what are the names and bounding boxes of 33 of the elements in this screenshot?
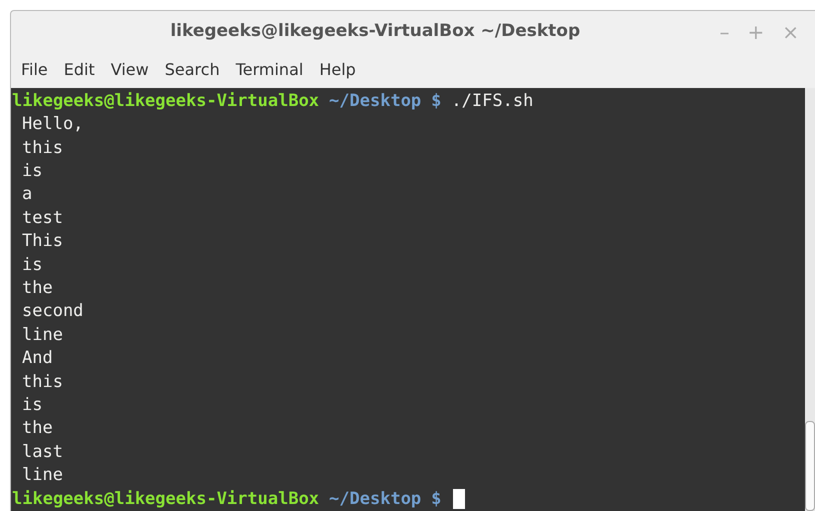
prompt-user: likegeeks@likegeeks-VirtualBox — [12, 488, 320, 511]
prompt-path: ~/Desktop — [329, 90, 422, 113]
output-line: This — [22, 230, 63, 254]
menu-item[interactable]: View — [104, 58, 155, 82]
menu-item[interactable]: Help — [313, 58, 362, 82]
output-line: the — [22, 277, 53, 300]
output-line: line — [22, 324, 63, 347]
scrollbar-thumb[interactable] — [805, 421, 815, 511]
output-line: last — [22, 440, 63, 464]
prompt-symbol: $ — [431, 90, 442, 113]
prompt-path: ~/Desktop — [329, 488, 422, 511]
menu-item[interactable]: File — [15, 58, 54, 82]
output-line: Hello, — [22, 113, 84, 136]
output-line: is — [22, 160, 42, 184]
output-line: test — [22, 206, 63, 230]
output-line: is — [22, 394, 42, 417]
scrollbar[interactable] — [805, 88, 815, 511]
output-line: is — [22, 254, 42, 277]
window-title: likegeeks@likegeeks-VirtualBox ~/Desktop — [169, 20, 582, 43]
output-line: a — [22, 183, 32, 206]
output-line: this — [22, 136, 63, 160]
output-line: this — [22, 370, 63, 394]
command-text: ./IFS.sh — [451, 90, 534, 113]
output-line: the — [22, 417, 53, 440]
prompt-symbol: $ — [431, 488, 442, 511]
output-line: And — [22, 347, 53, 370]
menu-item[interactable]: Terminal — [230, 58, 310, 82]
output-line: line — [22, 464, 63, 488]
menu-item[interactable]: Search — [158, 58, 226, 82]
prompt-user: likegeeks@likegeeks-VirtualBox — [12, 90, 320, 113]
output-line: second — [22, 300, 84, 324]
text-cursor — [453, 489, 466, 510]
menu-item[interactable]: Edit — [58, 58, 101, 82]
